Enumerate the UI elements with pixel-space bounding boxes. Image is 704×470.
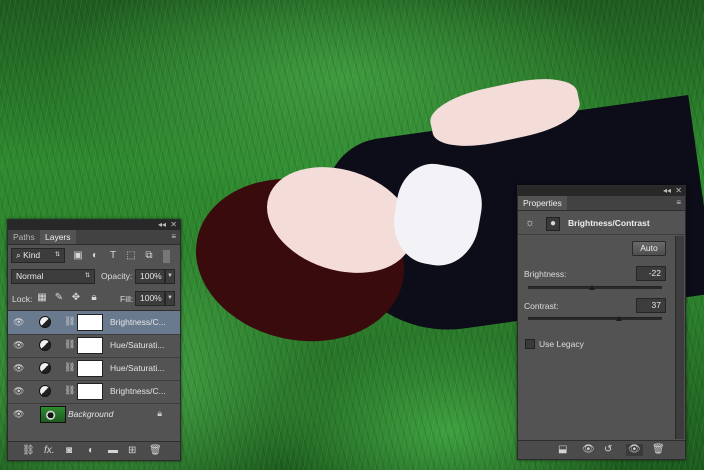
link-layers-icon[interactable]: ⛓︎: [22, 445, 35, 457]
properties-scrollbar[interactable]: [675, 236, 684, 439]
brightness-label: Brightness:: [524, 269, 567, 279]
fill-input[interactable]: 100%: [135, 291, 165, 306]
layer-name: Background: [68, 409, 114, 419]
trash-icon[interactable]: 🗑︎: [652, 444, 665, 456]
toggle-visibility-icon[interactable]: 👁︎: [626, 444, 643, 456]
view-previous-state-icon[interactable]: 👁︎: [582, 444, 595, 456]
filter-toggle-icon[interactable]: [163, 250, 170, 263]
layer-name: Brightness/C...: [110, 386, 166, 396]
lock-icon: 🔒︎: [157, 408, 162, 418]
use-legacy-checkbox[interactable]: [525, 339, 535, 349]
contrast-input[interactable]: 37: [636, 298, 666, 313]
add-mask-icon[interactable]: ◙: [66, 445, 72, 457]
tab-layers[interactable]: Layers: [40, 230, 76, 244]
layer-list: 👁︎ ⛓︎ Brightness/C... 👁︎ ⛓︎ Hue/Saturati…: [8, 310, 180, 428]
lock-position-icon[interactable]: ✥: [70, 292, 82, 304]
layers-panel: ◂◂ ✕ Paths Layers ≡ ⌕ Kind ⇅ ▣ ◐ T ⬚ ⧉ N…: [7, 219, 181, 461]
brightness-input[interactable]: -22: [636, 266, 666, 281]
background-thumbnail: [40, 406, 66, 423]
properties-panel: ◂◂ ✕ Properties ≡ ☼ ● Brightness/Contras…: [517, 185, 686, 460]
filter-pixel-icon[interactable]: ▣: [72, 250, 84, 262]
properties-panel-titlebar[interactable]: ◂◂ ✕: [518, 186, 685, 196]
fill-label: Fill:: [120, 294, 134, 304]
collapse-icon[interactable]: ◂◂: [663, 186, 671, 196]
adjustment-layer-icon: [39, 339, 51, 351]
collapse-icon[interactable]: ◂◂: [158, 220, 166, 230]
properties-tabbar: Properties ≡: [518, 196, 685, 211]
visibility-eye-icon[interactable]: 👁︎: [13, 386, 25, 396]
properties-header: ☼ ● Brightness/Contrast: [518, 212, 685, 235]
layer-filter-select[interactable]: ⌕ Kind ⇅: [11, 248, 65, 263]
visibility-eye-icon[interactable]: 👁︎: [13, 317, 25, 327]
adjustment-layer-icon: [39, 385, 51, 397]
layers-bottom-toolbar: ⛓︎ fx. ◙ ◐ ▬ ⊞ 🗑︎: [8, 441, 180, 460]
opacity-dropdown-icon[interactable]: ▼: [165, 269, 175, 284]
chain-link-icon[interactable]: ⛓︎: [64, 362, 75, 373]
auto-button[interactable]: Auto: [632, 241, 666, 256]
layer-mask-thumbnail[interactable]: [77, 383, 103, 400]
chain-link-icon[interactable]: ⛓︎: [64, 385, 75, 396]
lock-pixels-icon[interactable]: ✎: [53, 292, 65, 304]
layer-mask-thumbnail[interactable]: [77, 337, 103, 354]
blend-mode-value: Normal: [16, 271, 44, 281]
filter-kind-label: Kind: [23, 250, 41, 260]
layers-tabbar: Paths Layers ≡: [8, 230, 180, 245]
tab-paths[interactable]: Paths: [8, 230, 40, 244]
layer-row[interactable]: 👁︎ ⛓︎ Brightness/C...: [8, 311, 180, 335]
close-icon[interactable]: ✕: [675, 186, 682, 196]
fx-icon[interactable]: fx.: [44, 445, 55, 457]
layer-row[interactable]: 👁︎ ⛓︎ Hue/Saturati...: [8, 357, 180, 381]
opacity-input[interactable]: 100%: [135, 269, 165, 284]
filter-shape-icon[interactable]: ⬚: [125, 250, 137, 262]
layer-mask-thumbnail[interactable]: [77, 360, 103, 377]
layer-row[interactable]: 👁︎ Background 🔒︎: [8, 403, 180, 426]
layer-row[interactable]: 👁︎ ⛓︎ Brightness/C...: [8, 380, 180, 404]
layer-name: Brightness/C...: [110, 317, 166, 327]
filter-smart-object-icon[interactable]: ⧉: [143, 250, 155, 262]
clip-to-layer-icon[interactable]: ⬓: [558, 444, 567, 456]
layer-mask-thumbnail[interactable]: [77, 314, 103, 331]
reset-icon[interactable]: ↺: [604, 444, 612, 456]
chain-link-icon[interactable]: ⛓︎: [64, 316, 75, 327]
properties-bottom-toolbar: ⬓ 👁︎ ↺ 👁︎ 🗑︎: [518, 440, 685, 459]
panel-menu-icon[interactable]: ≡: [676, 198, 681, 207]
updown-icon: ⇅: [84, 273, 90, 279]
tab-properties[interactable]: Properties: [518, 196, 567, 210]
brightness-slider-thumb[interactable]: [589, 285, 596, 290]
properties-title: Brightness/Contrast: [568, 218, 650, 228]
new-group-icon[interactable]: ▬: [108, 445, 118, 457]
lock-transparency-icon[interactable]: ▦: [36, 292, 48, 304]
search-icon: ⌕: [16, 250, 21, 260]
close-icon[interactable]: ✕: [170, 220, 177, 230]
visibility-eye-icon[interactable]: 👁︎: [13, 340, 25, 350]
opacity-label: Opacity:: [101, 271, 133, 281]
lock-all-icon[interactable]: 🔒︎: [88, 292, 100, 304]
adjustment-layer-icon: [39, 316, 51, 328]
filter-type-icon[interactable]: T: [107, 250, 119, 262]
filter-adjustment-icon[interactable]: ◐: [89, 250, 101, 262]
brightness-contrast-icon: ☼: [524, 217, 536, 229]
contrast-slider-thumb[interactable]: [616, 316, 623, 321]
new-adjustment-icon[interactable]: ◐: [88, 445, 94, 457]
trash-icon[interactable]: 🗑︎: [149, 445, 162, 457]
fill-dropdown-icon[interactable]: ▼: [165, 291, 175, 306]
blend-mode-select[interactable]: Normal ⇅: [11, 269, 95, 284]
adjustment-layer-icon: [39, 362, 51, 374]
new-layer-icon[interactable]: ⊞: [128, 445, 136, 457]
layer-name: Hue/Saturati...: [110, 340, 165, 350]
use-legacy-label: Use Legacy: [539, 339, 584, 349]
layer-name: Hue/Saturati...: [110, 363, 165, 373]
mask-properties-icon[interactable]: ●: [546, 217, 560, 231]
lock-label: Lock:: [12, 294, 33, 304]
visibility-eye-icon[interactable]: 👁︎: [13, 363, 25, 373]
contrast-slider[interactable]: [528, 317, 662, 320]
layer-row[interactable]: 👁︎ ⛓︎ Hue/Saturati...: [8, 334, 180, 358]
panel-menu-icon[interactable]: ≡: [171, 232, 176, 241]
updown-icon: ⇅: [54, 252, 60, 258]
layers-panel-titlebar[interactable]: ◂◂ ✕: [8, 220, 180, 230]
visibility-eye-icon[interactable]: 👁︎: [13, 409, 25, 419]
contrast-label: Contrast:: [524, 301, 559, 311]
chain-link-icon[interactable]: ⛓︎: [64, 339, 75, 350]
